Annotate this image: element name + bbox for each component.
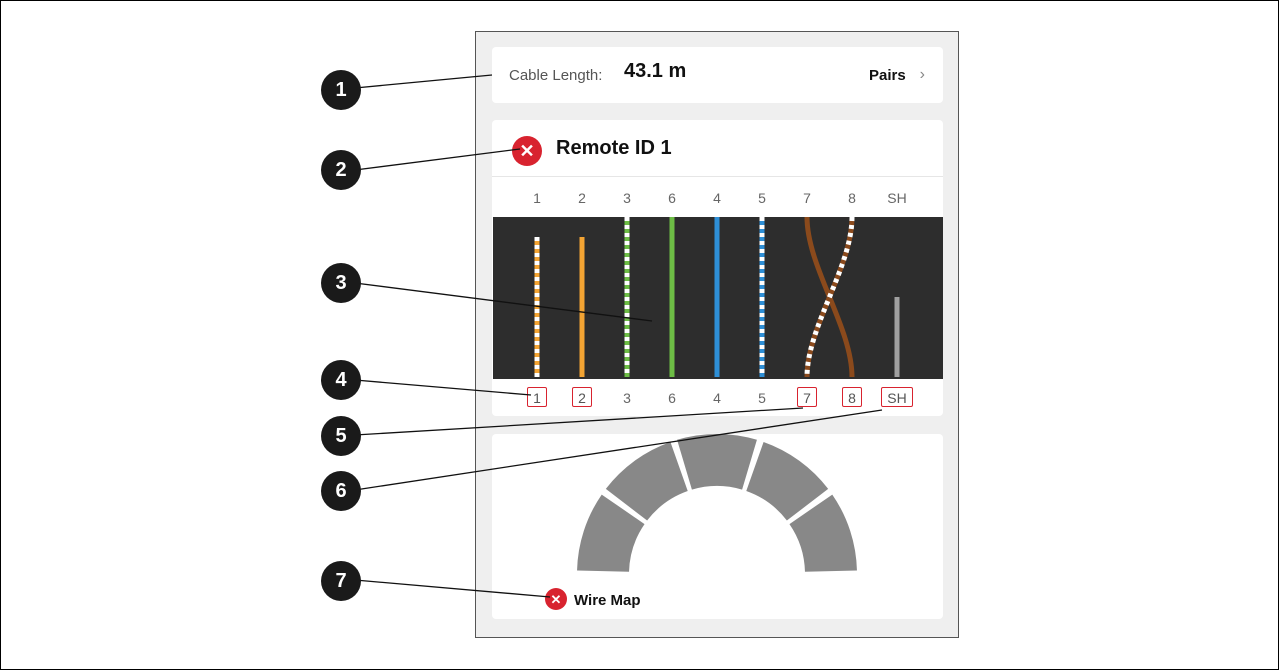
callout-badge: 2 bbox=[321, 150, 361, 190]
callout-badge: 6 bbox=[321, 471, 361, 511]
leader-6 bbox=[354, 409, 883, 491]
leader-3 bbox=[354, 282, 653, 322]
callout-badge: 5 bbox=[321, 416, 361, 456]
leader-4 bbox=[354, 379, 532, 396]
leader-5 bbox=[354, 407, 804, 436]
callout-badge: 7 bbox=[321, 561, 361, 601]
callout-badge: 4 bbox=[321, 360, 361, 400]
leader-2 bbox=[354, 148, 521, 171]
callout-badge: 3 bbox=[321, 263, 361, 303]
leader-1 bbox=[354, 74, 493, 89]
callout-badge: 1 bbox=[321, 70, 361, 110]
leader-7 bbox=[354, 579, 551, 598]
callout-leaders bbox=[354, 74, 883, 598]
